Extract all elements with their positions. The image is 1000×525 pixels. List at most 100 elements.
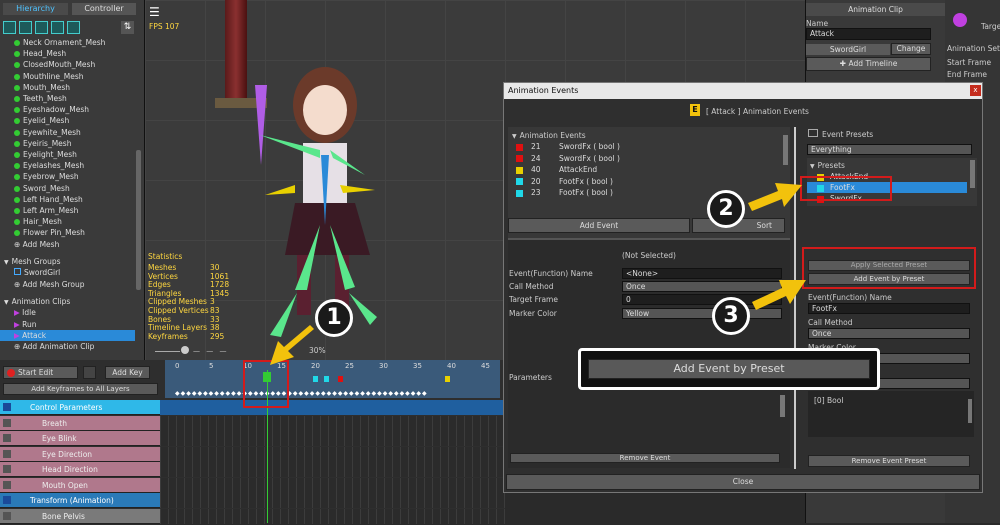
track-label: Bone Pelvis [42,511,85,521]
mesh-item[interactable]: Eyelashes_Mesh [14,160,84,171]
preset-scrollbar[interactable] [970,160,975,188]
timeline-track[interactable]: Breath [0,415,505,432]
preset-call-select[interactable]: Once [808,328,970,339]
event-row[interactable]: 21 SwordFx ( bool ) [516,141,620,152]
callout-add-event-by-preset[interactable]: Add Event by Preset [588,359,870,379]
timeline-track[interactable]: Eye Blink [0,431,505,447]
expand-icon[interactable] [3,465,11,473]
event-marker[interactable] [324,376,329,382]
mesh-item[interactable]: Head_Mesh [14,48,66,59]
event-marker[interactable] [313,376,318,382]
animation-clips-header[interactable]: ▼ Animation Clips [4,296,70,307]
mesh-item[interactable]: Eyelight_Mesh [14,149,77,160]
zoom-slider[interactable] [155,351,180,352]
clip-filter-icon[interactable] [67,21,80,34]
details-scrollbar[interactable] [780,395,785,417]
mesh-item[interactable]: Sword_Mesh [14,183,70,194]
clip-item[interactable]: ▶ Idle [14,307,36,318]
track-grid[interactable] [160,462,505,477]
mesh-item[interactable]: Neck Ornament_Mesh [14,37,105,48]
event-marker[interactable] [445,376,450,382]
add-keyframes-all-button[interactable]: Add Keyframes to All Layers [3,383,158,395]
mesh-item[interactable]: ClosedMouth_Mesh [14,59,95,70]
play-icon[interactable] [953,13,967,27]
ruler-tick: 30 [379,362,388,370]
expand-icon[interactable] [3,480,11,489]
timeline-track[interactable]: Eye Direction [0,446,505,463]
mesh-group-item[interactable]: SwordGirl [14,267,60,278]
track-grid[interactable] [160,446,505,462]
mesh-item[interactable]: Eyeiris_Mesh [14,138,71,149]
expand-icon[interactable] [3,511,11,520]
mesh-item[interactable]: Eyebrow_Mesh [14,171,79,182]
clip-item[interactable]: ▶ Run [14,319,37,330]
mesh-item[interactable]: Hair_Mesh [14,216,62,227]
expand-icon[interactable] [3,403,11,411]
events-scrollbar[interactable] [783,135,788,165]
track-grid[interactable] [160,508,505,524]
add-clip-item[interactable]: ⊕ Add Animation Clip [14,341,94,352]
mesh-item[interactable]: Eyewhite_Mesh [14,127,81,138]
timeline-track[interactable]: Transform (Animation) [0,493,505,509]
mesh-item[interactable]: Eyelid_Mesh [14,115,69,126]
timeline-track[interactable]: Head Direction [0,462,505,478]
mesh-filter-icon[interactable] [19,21,32,34]
dialog-close-button[interactable]: x [970,85,981,96]
event-marker[interactable] [338,376,343,382]
tab-controller[interactable]: Controller [72,3,136,15]
mesh-item[interactable]: Left Arm_Mesh [14,205,78,216]
event-row[interactable]: 40 AttackEnd [516,164,597,175]
mesh-item[interactable]: Flower Pin_Mesh [14,227,85,238]
remove-preset-button[interactable]: Remove Event Preset [808,455,970,467]
lock-icon[interactable] [83,366,96,379]
preset-filter-select[interactable]: Everything [807,144,972,155]
add-key-button[interactable]: Add Key [105,366,150,379]
event-row[interactable]: 23 FootFx ( bool ) [516,187,613,198]
filter-icon[interactable] [3,21,16,34]
expand-icon[interactable] [3,496,11,504]
param-item[interactable]: [0] Bool [814,396,843,405]
tab-hierarchy[interactable]: Hierarchy [3,3,68,15]
track-grid[interactable] [160,415,505,431]
track-grid[interactable] [160,400,505,415]
add-mesh-group-item[interactable]: ⊕ Add Mesh Group [14,279,85,290]
remove-event-button[interactable]: Remove Event [510,453,780,463]
expand-icon[interactable] [3,449,11,458]
add-timeline-label: Add Timeline [848,59,898,68]
preset-function-input[interactable]: FootFx [808,303,970,314]
event-row[interactable]: 20 FootFx ( bool ) [516,176,613,187]
dialog-close-bottom-button[interactable]: Close [506,474,980,490]
character-rig[interactable] [225,55,465,345]
start-edit-button[interactable]: Start Edit [3,366,78,379]
bone-filter-icon[interactable] [35,21,48,34]
clip-item[interactable]: ▶ Attack [0,330,135,341]
hierarchy-scrollbar[interactable] [136,150,141,290]
mesh-item[interactable]: Eyeshadow_Mesh [14,104,89,115]
add-event-button[interactable]: Add Event [508,218,690,233]
sort-icon[interactable]: ⇅ [121,21,134,34]
mesh-item[interactable]: Teeth_Mesh [14,93,67,104]
zoom-handle[interactable] [181,346,189,354]
track-grid[interactable] [160,477,505,493]
mesh-item[interactable]: Left Hand_Mesh [14,194,83,205]
change-button[interactable]: Change [891,43,931,55]
track-grid[interactable] [160,431,505,446]
track-label: Eye Direction [42,449,93,459]
param-scrollbar[interactable] [968,399,972,423]
clip-name-input[interactable]: Attack [806,28,931,40]
expand-icon[interactable] [3,434,11,442]
timeline-track[interactable]: Bone Pelvis [0,508,505,525]
group-filter-icon[interactable] [51,21,64,34]
mesh-groups-header[interactable]: ▼ Mesh Groups [4,256,61,267]
mesh-item[interactable]: Mouth_Mesh [14,82,70,93]
track-grid[interactable] [160,493,505,508]
mesh-item[interactable]: Mouthline_Mesh [14,71,84,82]
add-timeline-button[interactable]: ✚ Add Timeline [806,57,931,71]
expand-icon[interactable] [3,418,11,427]
add-mesh-item[interactable]: ⊕ Add Mesh [14,239,59,250]
event-color-swatch [516,189,523,197]
timeline-track[interactable]: Mouth Open [0,477,505,494]
menu-icon[interactable]: ☰ [149,5,160,19]
side-label: Animation Settin [947,44,1000,53]
event-row[interactable]: 24 SwordFx ( bool ) [516,153,620,164]
